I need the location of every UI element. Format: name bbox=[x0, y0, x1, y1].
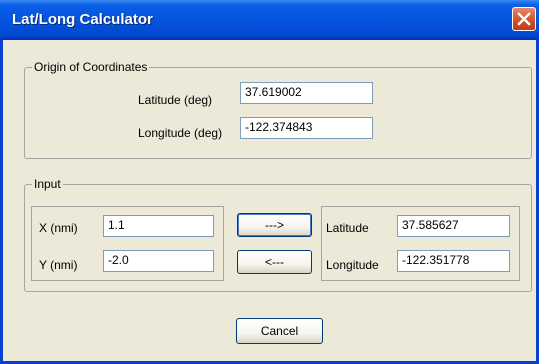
x-label: X (nmi) bbox=[39, 221, 78, 235]
x-field[interactable]: 1.1 bbox=[103, 215, 214, 237]
close-icon bbox=[517, 12, 531, 26]
origin-groupbox: Origin of Coordinates bbox=[24, 60, 532, 159]
origin-latitude-label: Latitude (deg) bbox=[138, 93, 213, 107]
y-field[interactable]: -2.0 bbox=[103, 250, 214, 272]
origin-longitude-field[interactable]: -122.374843 bbox=[240, 117, 373, 139]
result-latitude-label: Latitude bbox=[326, 221, 369, 235]
to-latlong-button[interactable]: ---> bbox=[237, 213, 312, 237]
y-label: Y (nmi) bbox=[39, 258, 78, 272]
window-title: Lat/Long Calculator bbox=[12, 11, 153, 28]
input-legend: Input bbox=[32, 177, 63, 191]
lat-long-calculator-dialog: Lat/Long Calculator Origin of Coordinate… bbox=[0, 0, 539, 364]
origin-legend: Origin of Coordinates bbox=[32, 60, 150, 74]
cancel-button[interactable]: Cancel bbox=[236, 318, 323, 344]
origin-latitude-field[interactable]: 37.619002 bbox=[240, 82, 373, 104]
result-longitude-label: Longitude bbox=[326, 258, 379, 272]
title-bar[interactable]: Lat/Long Calculator bbox=[0, 0, 539, 40]
close-button[interactable] bbox=[512, 7, 536, 31]
result-latitude-field[interactable]: 37.585627 bbox=[397, 215, 510, 237]
result-longitude-field[interactable]: -122.351778 bbox=[397, 250, 510, 272]
to-xy-button[interactable]: <--- bbox=[237, 250, 312, 274]
origin-longitude-label: Longitude (deg) bbox=[138, 126, 223, 140]
